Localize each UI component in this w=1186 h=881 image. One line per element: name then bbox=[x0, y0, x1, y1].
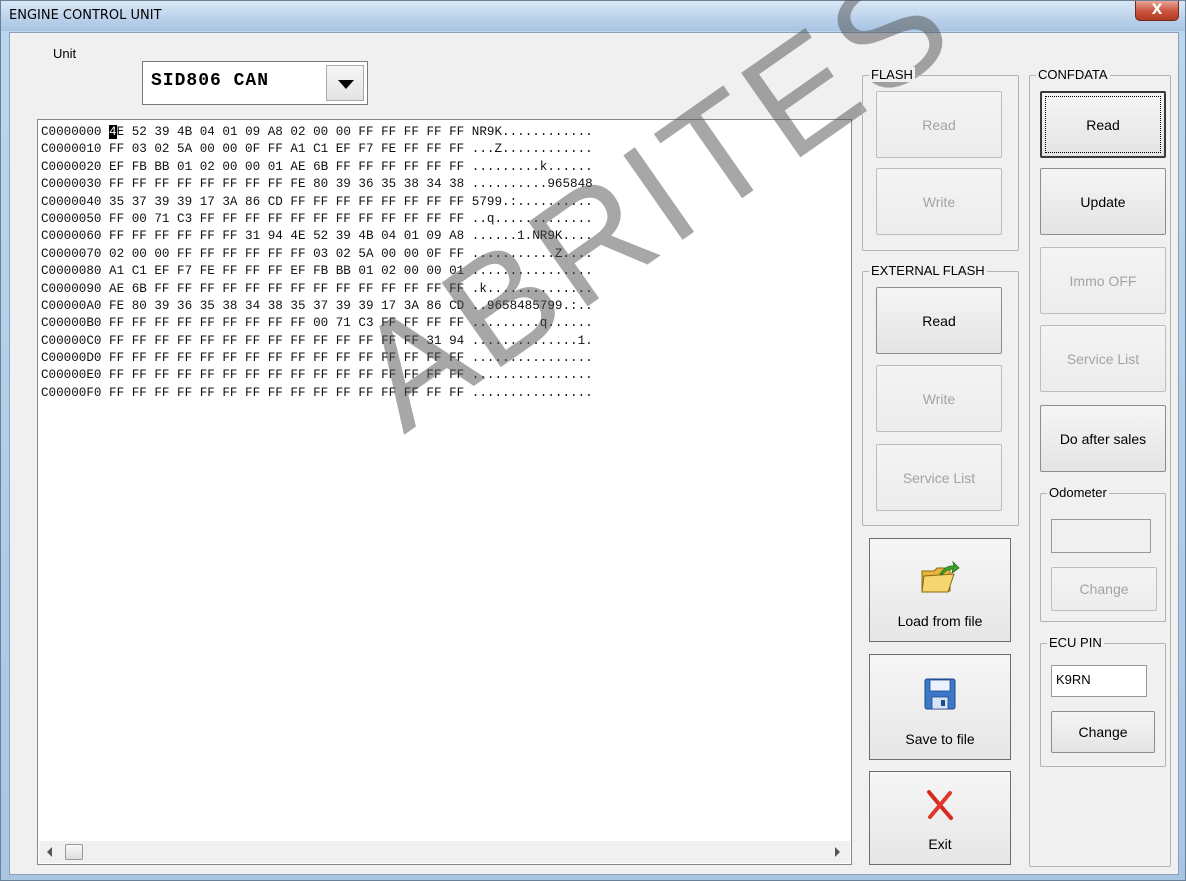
hex-line[interactable]: C0000080 A1 C1 EF F7 FE FF FF FF EF FB B… bbox=[41, 263, 593, 280]
ecu-pin-legend: ECU PIN bbox=[1047, 635, 1104, 650]
hex-line[interactable]: C0000070 02 00 00 FF FF FF FF FF FF 03 0… bbox=[41, 246, 593, 263]
external-flash-service-list-button[interactable]: Service List bbox=[876, 444, 1002, 511]
flash-write-button[interactable]: Write bbox=[876, 168, 1002, 235]
load-from-file-label: Load from file bbox=[897, 613, 983, 629]
odometer-field[interactable] bbox=[1051, 519, 1151, 553]
update-button[interactable]: Update bbox=[1040, 168, 1166, 235]
flash-legend: FLASH bbox=[869, 67, 915, 82]
window-title: ENGINE CONTROL UNIT bbox=[9, 8, 162, 23]
hex-lines: C0000000 4E 52 39 4B 04 01 09 A8 02 00 0… bbox=[41, 124, 593, 402]
hex-line[interactable]: C00000D0 FF FF FF FF FF FF FF FF FF FF F… bbox=[41, 350, 593, 367]
hex-line[interactable]: C00000A0 FE 80 39 36 35 38 34 38 35 37 3… bbox=[41, 298, 593, 315]
ecu-pin-change-button[interactable]: Change bbox=[1051, 711, 1155, 753]
external-flash-legend: EXTERNAL FLASH bbox=[869, 263, 987, 278]
dropdown-arrow-icon[interactable] bbox=[326, 65, 364, 101]
external-flash-read-button[interactable]: Read bbox=[876, 287, 1002, 354]
floppy-disk-icon bbox=[923, 677, 957, 714]
hex-line[interactable]: C0000050 FF 00 71 C3 FF FF FF FF FF FF F… bbox=[41, 211, 593, 228]
red-x-icon bbox=[923, 788, 957, 825]
hex-line[interactable]: C00000E0 FF FF FF FF FF FF FF FF FF FF F… bbox=[41, 367, 593, 384]
horizontal-scrollbar[interactable] bbox=[39, 841, 850, 863]
open-folder-icon bbox=[920, 560, 960, 600]
unit-select-value: SID806 CAN bbox=[151, 71, 270, 91]
hex-cursor: 4 bbox=[109, 125, 117, 139]
hex-line[interactable]: C00000F0 FF FF FF FF FF FF FF FF FF FF F… bbox=[41, 385, 593, 402]
title-bar[interactable]: ENGINE CONTROL UNIT X bbox=[1, 1, 1185, 31]
immo-off-button[interactable]: Immo OFF bbox=[1040, 247, 1166, 314]
close-button[interactable]: X bbox=[1135, 1, 1179, 21]
app-window: ENGINE CONTROL UNIT X Unit SID806 CAN C0… bbox=[0, 0, 1186, 881]
scrollbar-thumb[interactable] bbox=[65, 844, 83, 860]
scroll-left-icon[interactable] bbox=[47, 847, 52, 857]
hex-line[interactable]: C00000C0 FF FF FF FF FF FF FF FF FF FF F… bbox=[41, 333, 593, 350]
unit-label: Unit bbox=[53, 46, 77, 61]
save-to-file-label: Save to file bbox=[905, 731, 975, 747]
confdata-service-list-button[interactable]: Service List bbox=[1040, 325, 1166, 392]
unit-select[interactable]: SID806 CAN bbox=[142, 61, 368, 105]
hex-line[interactable]: C0000060 FF FF FF FF FF FF 31 94 4E 52 3… bbox=[41, 228, 593, 245]
odometer-legend: Odometer bbox=[1047, 485, 1109, 500]
load-from-file-button[interactable]: Load from file bbox=[869, 538, 1011, 642]
hex-line[interactable]: C00000B0 FF FF FF FF FF FF FF FF FF 00 7… bbox=[41, 315, 593, 332]
odometer-change-button[interactable]: Change bbox=[1051, 567, 1157, 611]
do-after-sales-button[interactable]: Do after sales bbox=[1040, 405, 1166, 472]
hex-line[interactable]: C0000030 FF FF FF FF FF FF FF FF FE 80 3… bbox=[41, 176, 593, 193]
hex-line[interactable]: C0000090 AE 6B FF FF FF FF FF FF FF FF F… bbox=[41, 281, 593, 298]
hex-line[interactable]: C0000020 EF FB BB 01 02 00 00 01 AE 6B F… bbox=[41, 159, 593, 176]
flash-read-button[interactable]: Read bbox=[876, 91, 1002, 158]
exit-button[interactable]: Exit bbox=[869, 771, 1011, 865]
external-flash-write-button[interactable]: Write bbox=[876, 365, 1002, 432]
scroll-right-icon[interactable] bbox=[835, 847, 840, 857]
exit-label: Exit bbox=[928, 836, 952, 852]
confdata-read-button[interactable]: Read bbox=[1040, 91, 1166, 158]
hex-line[interactable]: C0000010 FF 03 02 5A 00 00 0F FF A1 C1 E… bbox=[41, 141, 593, 158]
confdata-legend: CONFDATA bbox=[1036, 67, 1110, 82]
save-to-file-button[interactable]: Save to file bbox=[869, 654, 1011, 760]
ecu-pin-field[interactable]: K9RN bbox=[1051, 665, 1147, 697]
hex-line[interactable]: C0000000 4E 52 39 4B 04 01 09 A8 02 00 0… bbox=[41, 124, 593, 141]
hex-line[interactable]: C0000040 35 37 39 39 17 3A 86 CD FF FF F… bbox=[41, 194, 593, 211]
hex-view[interactable]: C0000000 4E 52 39 4B 04 01 09 A8 02 00 0… bbox=[37, 119, 852, 865]
